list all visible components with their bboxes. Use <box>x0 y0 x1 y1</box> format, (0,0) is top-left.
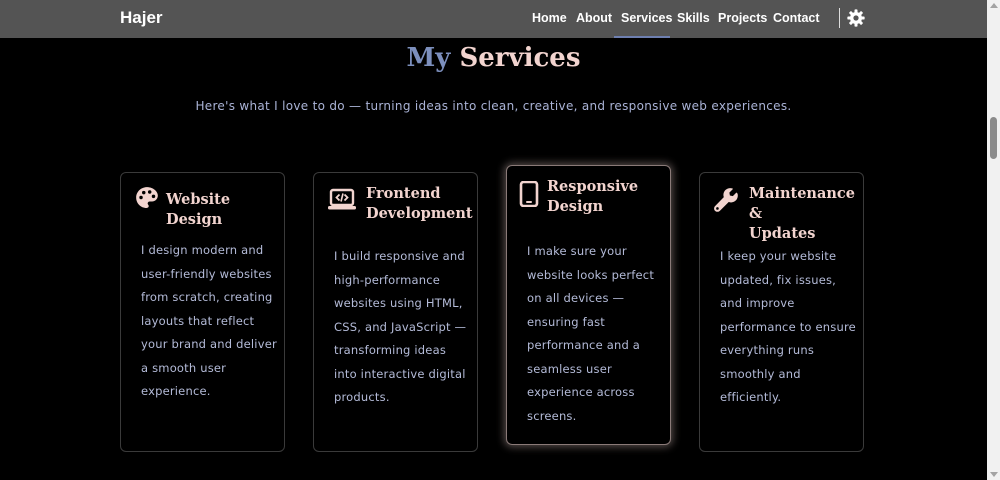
service-card-frontend-development[interactable]: Frontend Development I build responsive … <box>313 172 478 452</box>
card-desc-line: updated, fix issues, <box>720 272 837 287</box>
card-title-line: Development <box>366 205 473 222</box>
nav-link-about[interactable]: About <box>576 11 612 25</box>
card-desc-line: I keep your website <box>720 249 837 263</box>
service-card-website-design[interactable]: Website Design I design modern and user-… <box>120 172 285 452</box>
card-description: I keep your website updated, fix issues,… <box>720 245 856 410</box>
card-desc-line: efficiently. <box>720 390 782 404</box>
nav-link-home[interactable]: Home <box>532 11 567 25</box>
card-title-line: Website Design <box>166 191 231 228</box>
card-desc-line: website looks perfect <box>527 267 655 282</box>
card-desc-line: seamless user <box>527 361 612 376</box>
card-desc-line: I design modern and <box>141 243 264 257</box>
card-title-line: Maintenance & <box>749 185 855 222</box>
nav-link-contact[interactable]: Contact <box>773 11 820 25</box>
card-description: I build responsive and high-performance … <box>334 245 466 410</box>
service-card-maintenance-updates[interactable]: Maintenance & Updates I keep your websit… <box>699 172 864 452</box>
card-description: I design modern and user-friendly websit… <box>141 239 277 404</box>
gear-icon[interactable] <box>847 9 865 27</box>
section-title-part2: Services <box>459 43 581 73</box>
card-title: Website Design <box>166 190 284 230</box>
active-nav-indicator <box>614 36 670 38</box>
wrench-icon <box>714 188 738 212</box>
card-title: Responsive Design <box>547 177 638 217</box>
page-scrollbar[interactable] <box>987 0 1000 480</box>
card-desc-line: user-friendly websites <box>141 266 272 281</box>
scroll-down-arrow[interactable] <box>990 472 998 477</box>
palette-icon <box>136 187 158 208</box>
navbar: Hajer Home About Services Skills Project… <box>0 0 987 38</box>
card-desc-line: websites using HTML, <box>334 296 463 310</box>
section-subtitle: Here's what I love to do — turning ideas… <box>195 99 792 113</box>
card-desc-line: on all devices — <box>527 291 625 305</box>
card-title-line: Frontend <box>366 185 441 202</box>
card-desc-line: experience across <box>527 385 635 399</box>
card-desc-line: performance and a <box>527 338 641 352</box>
code-laptop-icon <box>328 188 356 210</box>
section-title-part1: My <box>406 43 451 73</box>
brand-logo[interactable]: Hajer <box>120 8 163 28</box>
card-desc-line: CSS, and JavaScript — <box>334 319 467 334</box>
card-desc-line: into interactive digital <box>334 366 466 381</box>
section-title: My Services <box>0 43 987 73</box>
card-desc-line: and improve <box>720 296 795 310</box>
card-desc-line: ensuring fast <box>527 314 606 329</box>
card-desc-line: from scratch, creating <box>141 290 273 304</box>
scroll-up-arrow[interactable] <box>990 3 998 8</box>
service-card-responsive-design[interactable]: Responsive Design I make sure your websi… <box>506 165 671 445</box>
card-title-line: Updates <box>749 225 816 242</box>
card-desc-line: your brand and deliver <box>141 337 277 351</box>
card-desc-line: I build responsive and <box>334 249 465 263</box>
nav-link-skills[interactable]: Skills <box>677 11 710 25</box>
card-title: Maintenance & Updates <box>749 184 863 244</box>
card-desc-line: I make sure your <box>527 244 627 258</box>
nav-link-services[interactable]: Services <box>621 11 672 25</box>
card-desc-line: experience. <box>141 384 211 398</box>
card-desc-line: products. <box>334 390 390 404</box>
nav-link-projects[interactable]: Projects <box>718 11 767 25</box>
card-description: I make sure your website looks perfect o… <box>527 240 654 428</box>
card-desc-line: screens. <box>527 408 577 423</box>
card-title-line: Responsive <box>547 178 639 195</box>
card-title-line: Design <box>547 198 604 215</box>
scroll-thumb[interactable] <box>990 117 997 159</box>
card-desc-line: performance to ensure <box>720 319 856 334</box>
card-desc-line: layouts that reflect <box>141 313 255 328</box>
nav-divider <box>839 8 840 28</box>
mobile-icon <box>519 181 539 207</box>
card-desc-line: transforming ideas <box>334 343 447 357</box>
card-desc-line: smoothly and <box>720 366 801 381</box>
card-desc-line: a smooth user <box>141 360 227 375</box>
card-desc-line: high-performance <box>334 272 441 287</box>
card-title: Frontend Development <box>366 184 473 224</box>
card-desc-line: everything runs <box>720 343 815 357</box>
